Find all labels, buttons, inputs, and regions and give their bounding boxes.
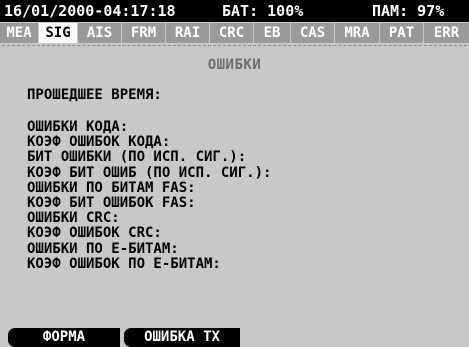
tab-crc[interactable]: CRC <box>210 23 254 43</box>
tab-pat[interactable]: PAT <box>380 23 424 43</box>
softkey-tx-error-button[interactable]: ОШИБКА ТХ <box>124 328 240 347</box>
panel-title: ОШИБКИ <box>207 57 262 73</box>
field-bit-error-rate: КОЭФ БИТ ОШИБ (ПО ИСП. СИГ.): <box>27 164 272 181</box>
tab-mea[interactable]: MEA <box>0 23 39 43</box>
instrument-screen: 16/01/2000-04:17:18 БАТ: 100% ПАМ: 97% M… <box>0 0 469 347</box>
field-fas-bit-errors: ОШИБКИ ПО БИТАМ FAS: <box>27 179 196 196</box>
tab-ais[interactable]: AIS <box>78 23 122 43</box>
error-fields-list: ОШИБКИ КОДА: КОЭФ ОШИБОК КОДА: БИТ ОШИБК… <box>27 119 272 272</box>
tab-err[interactable]: ERR <box>424 23 469 43</box>
field-e-bit-error-rate: КОЭФ ОШИБОК ПО Е-БИТАМ: <box>27 255 221 272</box>
field-code-error-rate: КОЭФ ОШИБОК КОДА: <box>27 134 171 151</box>
tab-mra[interactable]: MRA <box>335 23 380 43</box>
field-crc-errors: ОШИБКИ CRC: <box>27 210 120 227</box>
status-bar: 16/01/2000-04:17:18 БАТ: 100% ПАМ: 97% <box>0 0 469 22</box>
softkey-form-button[interactable]: ФОРМА <box>8 328 120 347</box>
tab-cas[interactable]: CAS <box>291 23 335 43</box>
divider <box>2 45 467 47</box>
elapsed-time-label: ПРОШЕДШЕЕ ВРЕМЯ: <box>27 87 162 103</box>
datetime-readout: 16/01/2000-04:17:18 <box>4 2 176 20</box>
field-crc-error-rate: КОЭФ ОШИБОК CRC: <box>27 225 162 242</box>
field-fas-bit-error-rate: КОЭФ БИТ ОШИБОК FAS: <box>27 195 196 212</box>
field-e-bit-errors: ОШИБКИ ПО Е-БИТАМ: <box>27 240 179 257</box>
tab-sig[interactable]: SIG <box>39 23 78 43</box>
tab-bar: MEA SIG AIS FRM RAI CRC EB CAS MRA PAT E… <box>0 23 469 43</box>
battery-readout: БАТ: 100% <box>222 2 304 20</box>
field-bit-errors: БИТ ОШИБКИ (ПО ИСП. СИГ.): <box>27 149 247 166</box>
memory-readout: ПАМ: 97% <box>372 2 445 20</box>
tab-frm[interactable]: FRM <box>122 23 166 43</box>
softkey-bar: ФОРМА ОШИБКА ТХ <box>0 328 469 347</box>
tab-eb[interactable]: EB <box>254 23 291 43</box>
tab-rai[interactable]: RAI <box>166 23 210 43</box>
field-code-errors: ОШИБКИ КОДА: <box>27 119 129 135</box>
